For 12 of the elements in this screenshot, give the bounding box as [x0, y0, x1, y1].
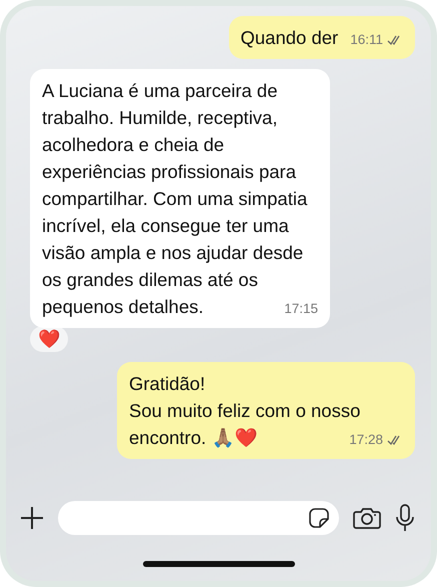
- sticker-icon[interactable]: [309, 508, 329, 528]
- camera-icon[interactable]: [353, 507, 381, 529]
- outgoing-message: Gratidão! Sou muito feliz com o nosso encontro. 🙏🏽❤ 17:28: [117, 362, 415, 459]
- message-time: 16:11: [350, 32, 383, 48]
- incoming-message: A Luciana é uma parceira de trabalho. Humilde, receptiva, acolhedora e cheia de experiências profissionais para compartilhar. Com uma simpatia incrível, ela consegue ter uma visão ampla e nos ajudar desde os grandes dilemas até os pequenos detalhes. 17:15: [30, 69, 330, 328]
- message-input-field[interactable]: [58, 501, 339, 535]
- microphone-icon[interactable]: [395, 504, 415, 532]
- message-time: 17:28: [349, 432, 383, 448]
- outgoing-message: Quando der 16:11: [228, 16, 415, 59]
- add-icon[interactable]: [20, 506, 44, 530]
- message-time: 17:15: [284, 301, 318, 317]
- reaction-badge[interactable]: ❤: [30, 326, 68, 352]
